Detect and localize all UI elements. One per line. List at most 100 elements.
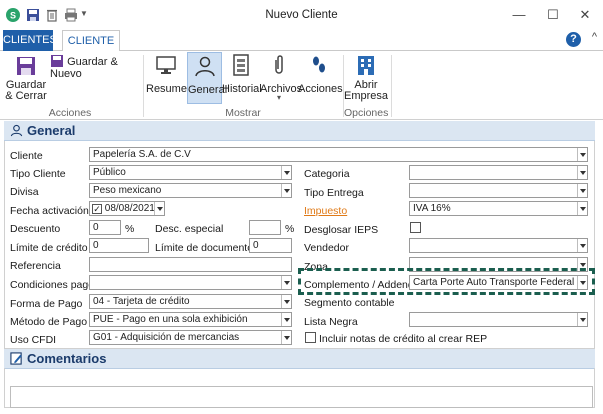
complemento-highlight-box [298, 268, 595, 295]
maximize-button[interactable]: ☐ [540, 4, 566, 26]
ribbon-tab-bar: CLIENTES CLIENTE ? ^ [0, 30, 603, 52]
general-section-header[interactable]: General [4, 121, 595, 141]
abrir-empresa-label: Abrir Empresa [344, 79, 389, 102]
comentarios-textarea[interactable] [10, 386, 593, 408]
limite-documentos-input[interactable]: 0 [249, 238, 292, 253]
help-icon[interactable]: ? [566, 32, 581, 47]
condiciones-pago-select[interactable] [89, 275, 292, 290]
historial-button[interactable]: Historial [222, 53, 262, 95]
tab-cliente[interactable]: CLIENTE [62, 30, 120, 52]
chevron-down-icon[interactable] [281, 331, 291, 344]
impuesto-link[interactable]: Impuesto [304, 205, 347, 217]
chevron-down-icon[interactable] [281, 313, 291, 326]
general-section-title: General [27, 123, 76, 138]
comentarios-section-title: Comentarios [27, 351, 107, 366]
minimize-button[interactable]: — [506, 4, 532, 26]
categoria-label: Categoria [304, 168, 350, 180]
archivos-dropdown-icon: ▾ [276, 93, 281, 102]
metodo-pago-value: PUE - Pago en una sola exhibición [93, 314, 248, 325]
mostrar-group-label: Mostrar [225, 107, 261, 119]
acciones-group-label: Acciones [48, 107, 92, 119]
forma-pago-value: 04 - Tarjeta de crédito [93, 296, 190, 307]
chevron-down-icon[interactable] [577, 202, 587, 215]
impuesto-value: IVA 16% [413, 203, 451, 214]
comentarios-section-header[interactable]: Comentarios [4, 349, 595, 369]
general-button[interactable]: General [187, 52, 228, 104]
opciones-group-label: Opciones [344, 107, 389, 119]
chevron-down-icon[interactable] [281, 184, 291, 197]
lista-negra-select[interactable] [409, 312, 588, 327]
descuento-input[interactable]: 0 [89, 220, 121, 235]
incluir-notas-checkbox[interactable] [305, 332, 316, 343]
resumen-button[interactable]: Resumen [146, 53, 193, 95]
archivos-button[interactable]: Archivos ▾ [260, 53, 302, 102]
tab-clientes[interactable]: CLIENTES [3, 30, 57, 51]
historial-label: Historial [222, 83, 262, 95]
limite-documentos-value: 0 [253, 240, 259, 251]
limite-documentos-label: Límite de documentos [155, 242, 259, 254]
impuesto-select[interactable]: IVA 16% [409, 201, 588, 216]
acciones-label: Acciones [298, 83, 343, 95]
chevron-down-icon[interactable] [577, 184, 587, 197]
chevron-down-icon[interactable] [281, 276, 291, 289]
fecha-activacion-label: Fecha activación [10, 205, 89, 217]
tipo-cliente-select[interactable]: Público [89, 165, 292, 180]
segmento-contable-label: Segmento contable [304, 297, 395, 309]
uso-cfdi-select[interactable]: G01 - Adquisición de mercancias [89, 330, 292, 345]
metodo-pago-label: Método de Pago [10, 316, 88, 328]
tipo-entrega-label: Tipo Entrega [304, 187, 364, 199]
chevron-down-icon[interactable] [577, 166, 587, 179]
divisa-select[interactable]: Peso mexicano [89, 183, 292, 198]
chevron-down-icon[interactable] [281, 166, 291, 179]
document-list-icon [233, 54, 249, 76]
incluir-notas-label: Incluir notas de crédito al crear REP [319, 333, 488, 345]
limite-credito-value: 0 [93, 240, 99, 251]
limite-credito-label: Límite de crédito [10, 242, 88, 254]
save-close-icon [17, 57, 35, 75]
chevron-down-icon[interactable] [281, 295, 291, 308]
uso-cfdi-label: Uso CFDI [10, 334, 57, 346]
edit-note-icon [10, 352, 22, 365]
chevron-down-icon[interactable] [154, 202, 164, 215]
acciones-button[interactable]: Acciones [298, 53, 343, 95]
referencia-label: Referencia [10, 260, 61, 272]
descuento-label: Descuento [10, 223, 61, 235]
limite-credito-input[interactable]: 0 [89, 238, 149, 253]
desc-especial-label: Desc. especial [155, 223, 224, 235]
desc-especial-input[interactable] [249, 220, 281, 235]
divisa-value: Peso mexicano [93, 185, 162, 196]
forma-pago-select[interactable]: 04 - Tarjeta de crédito [89, 294, 292, 309]
chevron-down-icon[interactable] [577, 148, 587, 161]
tipo-cliente-label: Tipo Cliente [10, 168, 66, 180]
ribbon-separator [143, 55, 144, 117]
title-bar: S ▼ Nuevo Cliente — ☐ ✕ [0, 0, 603, 30]
footprints-icon [313, 56, 325, 73]
close-button[interactable]: ✕ [572, 4, 598, 26]
referencia-input[interactable] [89, 257, 292, 272]
abrir-empresa-button[interactable]: Abrir Empresa [344, 53, 388, 102]
monitor-icon [156, 56, 176, 74]
guardar-nuevo-button[interactable]: Guardar & Nuevo [50, 54, 138, 80]
building-icon [358, 56, 374, 75]
general-label: General [188, 84, 228, 96]
person-icon [10, 124, 23, 137]
chevron-down-icon[interactable] [577, 239, 587, 252]
fecha-activacion-checkbox[interactable]: ✓ [92, 204, 102, 214]
collapse-ribbon-icon[interactable]: ^ [592, 31, 597, 43]
guardar-cerrar-label: Guardar & Cerrar [5, 79, 47, 102]
categoria-select[interactable] [409, 165, 588, 180]
paperclip-icon [275, 55, 283, 74]
metodo-pago-select[interactable]: PUE - Pago en una sola exhibición [89, 312, 292, 327]
desc-especial-unit: % [285, 223, 295, 235]
cliente-select[interactable]: Papelería S.A. de C.V [89, 147, 588, 162]
forma-pago-label: Forma de Pago [10, 298, 83, 310]
tipo-entrega-select[interactable] [409, 183, 588, 198]
tipo-cliente-value: Público [93, 167, 126, 178]
desglosar-ieps-checkbox[interactable] [410, 222, 421, 233]
vendedor-select[interactable] [409, 238, 588, 253]
chevron-down-icon[interactable] [577, 313, 587, 326]
condiciones-pago-label: Condiciones pago [10, 279, 95, 291]
lista-negra-label: Lista Negra [304, 316, 358, 328]
guardar-cerrar-button[interactable]: Guardar & Cerrar [4, 54, 48, 102]
fecha-activacion-picker[interactable]: ✓ 08/08/2021 [89, 201, 165, 216]
